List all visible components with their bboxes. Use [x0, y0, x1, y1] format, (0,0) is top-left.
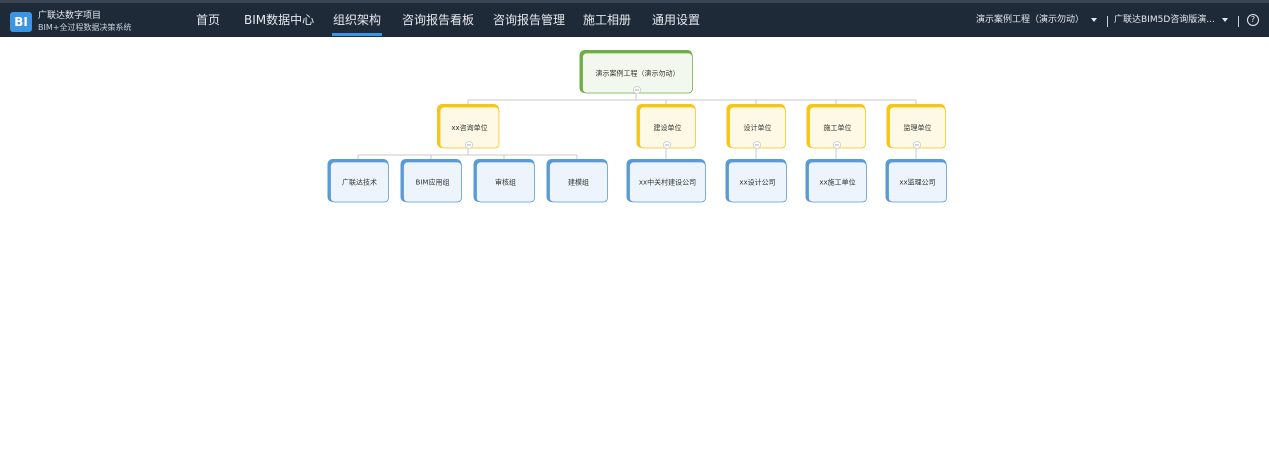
org-node-unit-label: 设计单位 [744, 123, 772, 132]
nav-item-report-management[interactable]: 咨询报告管理 [493, 3, 565, 37]
org-select[interactable]: 广联达BIM5D咨询版演... [1114, 3, 1228, 37]
org-node-unit-label: 施工单位 [824, 123, 852, 132]
chevron-down-icon [1221, 17, 1228, 22]
nav-item-general-settings[interactable]: 通用设置 [652, 3, 700, 37]
org-node-unit-label: xx咨询单位 [451, 123, 487, 132]
help-icon[interactable]: ? [1247, 14, 1259, 26]
app-title: 广联达数字项目 [38, 11, 102, 21]
org-node-unit-label: 监理单位 [904, 123, 932, 132]
org-node-leaf-label: 审核组 [495, 178, 516, 187]
org-node-unit[interactable]: 施工单位 [806, 104, 866, 149]
org-node-leaf[interactable]: xx中关村建设公司 [626, 159, 706, 203]
divider [1238, 16, 1239, 27]
org-node-unit-label: 建设单位 [654, 123, 682, 132]
collapse-icon[interactable] [465, 141, 473, 149]
org-node-leaf-label: xx监理公司 [899, 178, 935, 187]
org-node-leaf-label: xx设计公司 [739, 178, 775, 187]
project-select-value: 演示案例工程（演示勿动） [976, 15, 1085, 25]
top-navigation-bar: BI 广联达数字项目 BIM+全过程数据决策系统 首页 BIM数据中心 组织架构… [0, 0, 1269, 37]
collapse-icon[interactable] [913, 141, 921, 149]
org-node-unit[interactable]: xx咨询单位 [437, 104, 500, 149]
org-node-leaf[interactable]: BIM应用组 [400, 159, 462, 203]
org-node-leaf[interactable]: xx监理公司 [885, 159, 947, 203]
app-brand: 广联达数字项目 BIM+全过程数据决策系统 [38, 11, 131, 33]
project-select[interactable]: 演示案例工程（演示勿动） [976, 3, 1097, 37]
org-node-unit[interactable]: 设计单位 [726, 104, 786, 149]
org-node-leaf[interactable]: xx设计公司 [725, 159, 787, 203]
org-node-root-label: 演示案例工程（演示勿动） [596, 69, 680, 78]
org-node-leaf-label: xx施工单位 [819, 178, 855, 187]
chevron-down-icon [1090, 17, 1097, 22]
nav-item-org-structure[interactable]: 组织架构 [331, 3, 383, 37]
collapse-icon[interactable] [663, 141, 671, 149]
collapse-icon[interactable] [753, 141, 761, 149]
nav-item-construction-album[interactable]: 施工相册 [583, 3, 631, 37]
org-node-leaf[interactable]: 审核组 [473, 159, 535, 203]
app-subtitle: BIM+全过程数据决策系统 [38, 23, 132, 32]
org-chart: 演示案例工程（演示勿动） xx咨询单位广联达技术 BIM应用组 审核组 建模组 建设单位 x… [327, 50, 947, 203]
nav-item-bim-data-center[interactable]: BIM数据中心 [244, 3, 314, 37]
org-node-leaf-label: 建模组 [568, 178, 589, 187]
org-node-leaf[interactable]: 建模组 [546, 159, 608, 203]
org-node-unit[interactable]: 监理单位 [886, 104, 946, 149]
org-node-root[interactable]: 演示案例工程（演示勿动） [579, 50, 693, 94]
collapse-icon[interactable] [833, 141, 841, 149]
org-node-unit[interactable]: 建设单位 [636, 104, 696, 149]
org-node-leaf[interactable]: xx施工单位 [805, 159, 867, 203]
nav-item-report-board[interactable]: 咨询报告看板 [402, 3, 474, 37]
org-node-leaf[interactable]: 广联达技术 [327, 159, 389, 203]
org-node-leaf-label: xx中关村建设公司 [639, 178, 696, 187]
collapse-icon[interactable] [633, 86, 641, 94]
app-logo-icon: BI [10, 12, 32, 32]
org-node-leaf-label: 广联达技术 [342, 178, 377, 187]
divider [1107, 16, 1108, 27]
org-select-value: 广联达BIM5D咨询版演... [1114, 15, 1215, 25]
nav-item-home[interactable]: 首页 [196, 3, 220, 37]
org-node-leaf-label: BIM应用组 [416, 178, 450, 187]
